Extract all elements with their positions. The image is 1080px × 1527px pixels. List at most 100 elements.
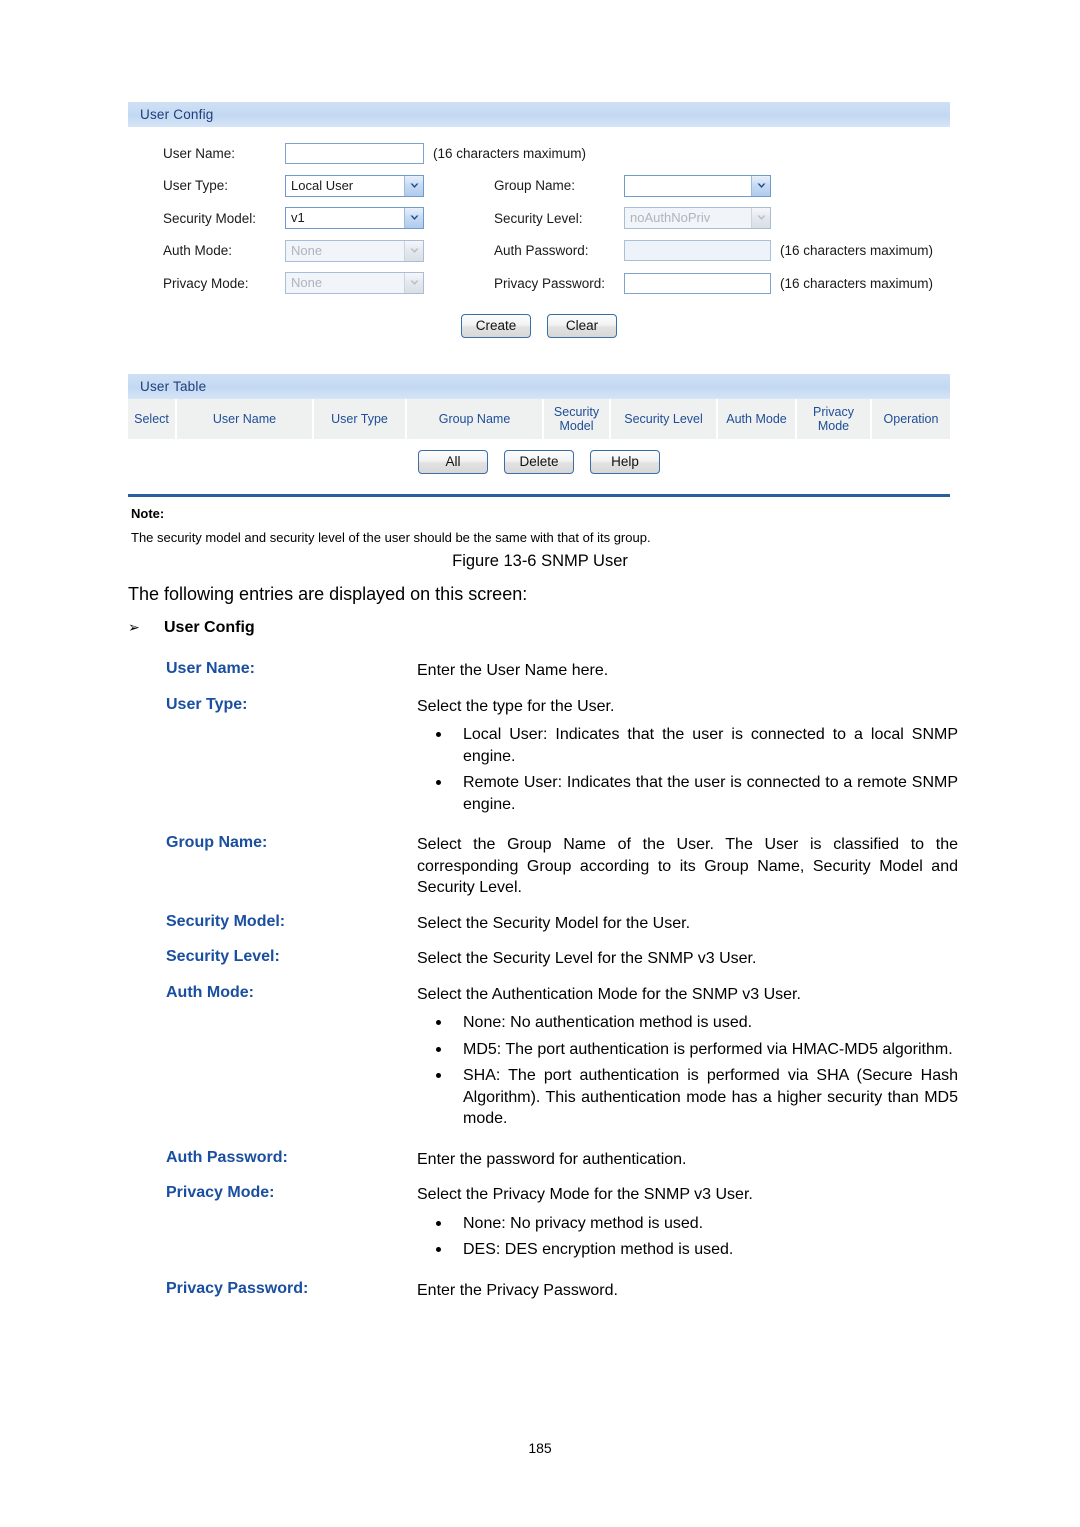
privacy-password-hint: (16 characters maximum) bbox=[780, 275, 934, 291]
column-header-operation[interactable]: Operation bbox=[871, 398, 950, 440]
security-level-select: noAuthNoPriv bbox=[624, 207, 771, 230]
security-model-row: Security Model: v1 Security Level: noAut… bbox=[128, 202, 950, 235]
bullet-icon bbox=[436, 732, 441, 737]
section-heading-label: User Config bbox=[164, 619, 255, 636]
column-header-security-model[interactable]: Security Model bbox=[543, 398, 611, 440]
user-name-label: User Name: bbox=[163, 145, 236, 161]
entry-row: Privacy Password: Enter the Privacy Passw… bbox=[128, 1273, 958, 1309]
user-config-button-row: Create Clear bbox=[128, 306, 950, 354]
entry-description-text: Select the Privacy Mode for the SNMP v3 … bbox=[417, 1186, 753, 1203]
lead-paragraph: The following entries are displayed on t… bbox=[128, 584, 528, 604]
chevron-right-icon: ➢ bbox=[128, 619, 140, 635]
auth-password-input bbox=[624, 240, 771, 262]
privacy-mode-row: Privacy Mode: None Privacy Password: (16… bbox=[128, 267, 950, 300]
user-type-select[interactable]: Local User bbox=[285, 174, 424, 197]
entry-term: Security Model: bbox=[166, 912, 286, 930]
group-name-label: Group Name: bbox=[494, 178, 576, 194]
entry-sub-item-label: MD5: The port authentication is performe… bbox=[463, 1040, 953, 1058]
entry-term: Auth Mode: bbox=[166, 983, 254, 1001]
entry-sub-item: None: No authentication method is used. bbox=[417, 1012, 958, 1034]
security-level-label: Security Level: bbox=[494, 210, 583, 226]
entry-row: User Name: Enter the User Name here. bbox=[128, 653, 958, 689]
user-table-panel: User Table Select User Name User Type Gr… bbox=[128, 373, 950, 488]
user-table-button-row: All Delete Help bbox=[128, 439, 950, 488]
user-name-input[interactable] bbox=[285, 142, 424, 164]
entry-description-text: Enter the User Name here. bbox=[417, 662, 609, 679]
security-model-selected-value: v1 bbox=[291, 210, 305, 226]
user-name-row: User Name: (16 characters maximum) bbox=[128, 137, 950, 170]
privacy-mode-label: Privacy Mode: bbox=[163, 275, 249, 291]
entry-description-text: Select the Security Level for the SNMP v… bbox=[417, 950, 757, 967]
entry-description-text: Select the type for the User. bbox=[417, 697, 615, 715]
column-header-user-name[interactable]: User Name bbox=[176, 398, 314, 440]
entry-description-text: Enter the Privacy Password. bbox=[417, 1281, 618, 1299]
bullet-icon bbox=[436, 1220, 441, 1226]
section-heading-user-config: ➢ User Config bbox=[128, 619, 958, 637]
entry-term: Auth Password: bbox=[166, 1148, 288, 1166]
note-divider bbox=[128, 493, 950, 497]
column-header-auth-mode[interactable]: Auth Mode bbox=[717, 398, 797, 440]
column-header-select[interactable]: Select bbox=[128, 398, 177, 440]
column-header-privacy-mode[interactable]: Privacy Mode bbox=[796, 398, 872, 440]
column-header-security-level[interactable]: Security Level bbox=[610, 398, 718, 440]
entry-sub-item: SHA: The port authentication is performe… bbox=[417, 1065, 958, 1130]
column-header-user-type[interactable]: User Type bbox=[313, 398, 407, 440]
chevron-down-icon bbox=[751, 208, 770, 229]
user-name-hint: (16 characters maximum) bbox=[433, 145, 587, 161]
entry-sub-item-label: Remote User: Indicates that the user is … bbox=[463, 774, 958, 813]
entry-term: User Type: bbox=[166, 695, 248, 713]
entry-term: Privacy Password: bbox=[166, 1279, 309, 1297]
entry-description-text: Select the Authentication Mode for the S… bbox=[417, 985, 801, 1003]
clear-button[interactable]: Clear bbox=[547, 313, 617, 338]
entry-sub-item: DES: DES encryption method is used. bbox=[417, 1239, 958, 1261]
entry-sub-item-label: None: No authentication method is used. bbox=[463, 1014, 753, 1031]
auth-mode-label: Auth Mode: bbox=[163, 243, 233, 259]
user-type-selected-value: Local User bbox=[291, 177, 354, 193]
entry-description: Enter the Privacy Password. bbox=[417, 1280, 958, 1302]
entry-description: Select the Security Model for the User. bbox=[417, 913, 958, 935]
entry-sub-item-label: DES: DES encryption method is used. bbox=[463, 1241, 734, 1258]
user-config-panel: User Config User Name: (16 characters ma… bbox=[128, 102, 950, 354]
entry-description: Select the type for the User. Local User:… bbox=[417, 696, 958, 821]
group-name-select[interactable] bbox=[624, 174, 771, 197]
delete-button[interactable]: Delete bbox=[504, 449, 574, 474]
chevron-down-icon bbox=[404, 273, 423, 294]
privacy-password-input[interactable] bbox=[624, 272, 771, 294]
security-model-select[interactable]: v1 bbox=[285, 207, 424, 230]
entry-sub-item: Local User: Indicates that the user is c… bbox=[417, 724, 958, 767]
column-header-group-name[interactable]: Group Name bbox=[406, 398, 544, 440]
bullet-icon bbox=[436, 1020, 441, 1025]
help-button[interactable]: Help bbox=[590, 449, 660, 474]
entry-sub-item: Remote User: Indicates that the user is … bbox=[417, 772, 958, 815]
entry-row: Privacy Mode: Select the Privacy Mode for… bbox=[128, 1177, 958, 1273]
entry-sub-list: Local User: Indicates that the user is c… bbox=[417, 724, 958, 815]
privacy-mode-select: None bbox=[285, 272, 424, 295]
entry-sub-list: None: No authentication method is used. M… bbox=[417, 1012, 958, 1130]
user-type-label: User Type: bbox=[163, 178, 229, 194]
entry-sub-list: None: No privacy method is used. DES: DES… bbox=[417, 1213, 958, 1261]
auth-mode-select: None bbox=[285, 239, 424, 262]
bullet-icon bbox=[436, 1073, 441, 1078]
entry-term: Group Name: bbox=[166, 834, 268, 851]
bullet-icon bbox=[436, 1247, 441, 1252]
entry-row: Security Model: Select the Security Model… bbox=[128, 906, 958, 942]
auth-mode-row: Auth Mode: None Auth Password: (16 chara… bbox=[128, 235, 950, 268]
chevron-down-icon[interactable] bbox=[751, 175, 770, 196]
chevron-down-icon[interactable] bbox=[404, 175, 423, 196]
entry-sub-item-label: Local User: Indicates that the user is c… bbox=[463, 726, 958, 765]
note-text: The security model and security level of… bbox=[131, 529, 651, 545]
user-config-panel-body: User Name: (16 characters maximum) User … bbox=[128, 127, 950, 354]
user-table-panel-header: User Table bbox=[128, 373, 950, 399]
all-button[interactable]: All bbox=[418, 449, 488, 474]
entry-description-text: Select the Security Model for the User. bbox=[417, 914, 691, 932]
privacy-password-label: Privacy Password: bbox=[494, 275, 606, 291]
entry-description-text: Select the Group Name of the User. The U… bbox=[417, 836, 958, 896]
chevron-down-icon[interactable] bbox=[404, 208, 423, 229]
entry-sub-item-label: None: No privacy method is used. bbox=[463, 1214, 704, 1232]
note-title: Note: bbox=[131, 505, 165, 521]
security-level-selected-value: noAuthNoPriv bbox=[630, 210, 711, 226]
user-type-row: User Type: Local User Group Name: bbox=[128, 170, 950, 203]
entry-row: Security Level: Select the Security Level… bbox=[128, 941, 958, 977]
create-button[interactable]: Create bbox=[461, 313, 531, 338]
entry-description: Select the Group Name of the User. The U… bbox=[417, 834, 958, 899]
